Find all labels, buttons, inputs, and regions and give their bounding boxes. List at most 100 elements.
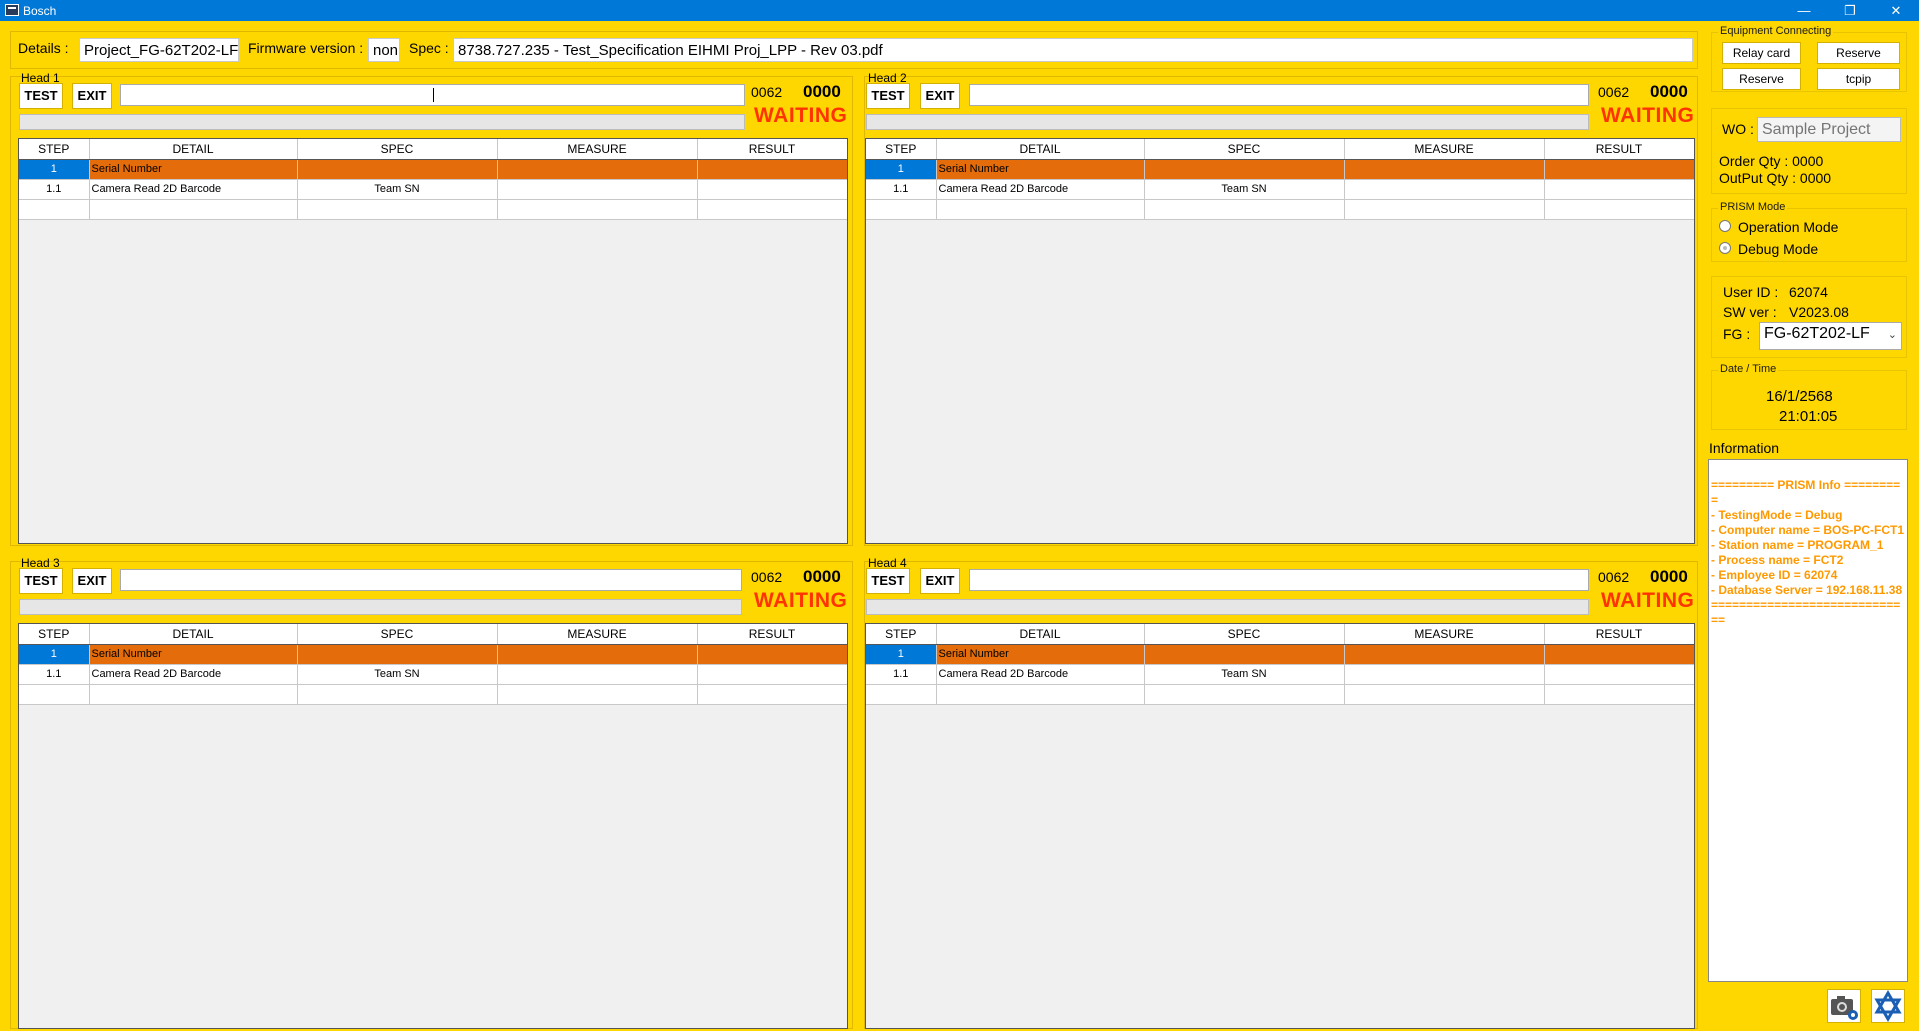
- cell-result: [697, 159, 847, 180]
- head-4-status: WAITING: [1601, 589, 1695, 612]
- reserve-button-1[interactable]: Reserve: [1817, 42, 1900, 64]
- maximize-button[interactable]: ❐: [1827, 0, 1873, 21]
- tcpip-button[interactable]: tcpip: [1817, 68, 1900, 90]
- head-3-step-grid: STEP DETAIL SPEC MEASURE RESULT 1 Serial…: [18, 623, 848, 1029]
- output-qty: OutPut Qty : 0000: [1719, 170, 1832, 186]
- information-title: Information: [1709, 440, 1780, 456]
- fg-select[interactable]: FG-62T202-LF ⌄: [1759, 322, 1902, 350]
- head-3-count-small: 0062: [751, 569, 783, 585]
- cell-spec: Team SN: [297, 179, 498, 200]
- head-2-count-big: 0000: [1650, 82, 1688, 101]
- head-2-exit-button[interactable]: EXIT: [920, 83, 960, 109]
- info-line: - Process name = FCT2: [1711, 553, 1844, 567]
- head-1-exit-button[interactable]: EXIT: [72, 83, 112, 109]
- chevron-down-icon: ⌄: [1887, 329, 1897, 341]
- user-id-value: 62074: [1789, 284, 1828, 300]
- head-4-step-grid: STEP DETAIL SPEC MEASURE RESULT 1 Serial…: [865, 623, 1695, 1029]
- cell-step: 1: [866, 644, 937, 665]
- head-4-exit-button[interactable]: EXIT: [920, 568, 960, 594]
- cell-detail: [936, 199, 1145, 220]
- info-line: =============================: [1711, 598, 1901, 627]
- head-1-test-button[interactable]: TEST: [19, 83, 63, 109]
- table-row[interactable]: 1.1 Camera Read 2D Barcode Team SN: [866, 179, 1694, 200]
- camera-settings-button[interactable]: [1827, 989, 1861, 1023]
- operation-mode-radio[interactable]: [1719, 220, 1731, 232]
- minimize-button[interactable]: —: [1781, 0, 1827, 21]
- cell-result: [697, 199, 847, 220]
- title-bar: Bosch — ❐ ✕: [0, 0, 1919, 21]
- spec-field: 8738.727.235 - Test_Specification EIHMI …: [453, 38, 1693, 62]
- table-row[interactable]: 1 Serial Number: [866, 644, 1694, 665]
- cell-step: 1.1: [19, 664, 90, 685]
- cell-detail: Serial Number: [936, 159, 1145, 180]
- table-row[interactable]: [19, 199, 847, 220]
- cell-measure: [1344, 199, 1545, 220]
- cell-result: [1544, 644, 1694, 665]
- info-line: - Database Server = 192.168.11.38: [1711, 583, 1903, 597]
- table-row[interactable]: 1.1 Camera Read 2D Barcode Team SN: [19, 179, 847, 200]
- date-value: 16/1/2568: [1766, 388, 1833, 405]
- column-header-measure: MEASURE: [1344, 624, 1545, 645]
- cell-spec: [297, 684, 498, 705]
- cell-detail: Serial Number: [89, 644, 298, 665]
- head-4-test-button[interactable]: TEST: [866, 568, 910, 594]
- table-row[interactable]: [866, 199, 1694, 220]
- table-row[interactable]: [866, 684, 1694, 705]
- star-settings-button[interactable]: [1871, 989, 1905, 1023]
- head-1-status: WAITING: [754, 104, 848, 127]
- star-icon: [1874, 990, 1902, 1022]
- table-row[interactable]: 1.1 Camera Read 2D Barcode Team SN: [19, 664, 847, 685]
- operation-mode-label: Operation Mode: [1738, 219, 1839, 235]
- head-2-serial-input[interactable]: [969, 84, 1589, 106]
- column-header-measure: MEASURE: [497, 624, 698, 645]
- cell-step: 1.1: [866, 179, 937, 200]
- cell-step: 1: [19, 159, 90, 180]
- table-row[interactable]: 1 Serial Number: [866, 159, 1694, 180]
- cell-result: [697, 684, 847, 705]
- prism-mode-title: PRISM Mode: [1718, 201, 1788, 213]
- debug-mode-radio[interactable]: [1719, 242, 1731, 254]
- cell-measure: [1344, 159, 1545, 180]
- fg-label: FG :: [1723, 326, 1751, 342]
- order-qty: Order Qty : 0000: [1719, 153, 1824, 169]
- head-3-exit-button[interactable]: EXIT: [72, 568, 112, 594]
- wo-label: WO :: [1722, 121, 1754, 137]
- cell-measure: [497, 159, 698, 180]
- column-header-result: RESULT: [697, 624, 847, 645]
- head-1-progress-bar: [19, 114, 745, 130]
- cell-spec: [1144, 159, 1345, 180]
- cell-result: [1544, 664, 1694, 685]
- column-header-spec: SPEC: [1144, 624, 1345, 645]
- column-header-detail: DETAIL: [89, 624, 298, 645]
- cell-spec: [297, 199, 498, 220]
- cell-measure: [497, 684, 698, 705]
- wo-input[interactable]: [1757, 117, 1901, 142]
- relay-card-button[interactable]: Relay card: [1722, 42, 1801, 64]
- column-header-measure: MEASURE: [1344, 139, 1545, 160]
- details-label: Details :: [18, 40, 69, 56]
- cell-measure: [497, 644, 698, 665]
- cell-spec: [1144, 684, 1345, 705]
- cell-result: [1544, 179, 1694, 200]
- table-row[interactable]: 1 Serial Number: [19, 644, 847, 665]
- cell-spec: Team SN: [297, 664, 498, 685]
- head-4-serial-input[interactable]: [969, 569, 1589, 591]
- head-3-test-button[interactable]: TEST: [19, 568, 63, 594]
- table-row[interactable]: [19, 684, 847, 705]
- camera-settings-icon: [1831, 996, 1858, 1020]
- close-button[interactable]: ✕: [1873, 0, 1919, 21]
- head-1-count-big: 0000: [803, 82, 841, 101]
- cell-step: [19, 199, 90, 220]
- head-1-count-small: 0062: [751, 84, 783, 100]
- reserve-button-2[interactable]: Reserve: [1722, 68, 1801, 90]
- table-row[interactable]: 1 Serial Number: [19, 159, 847, 180]
- head-3-serial-input[interactable]: [120, 569, 742, 591]
- column-header-spec: SPEC: [297, 624, 498, 645]
- datetime-title: Date / Time: [1718, 363, 1779, 375]
- information-box[interactable]: ========= PRISM Info ========= - Testing…: [1708, 459, 1908, 982]
- grid-header-row: STEP DETAIL SPEC MEASURE RESULT: [866, 624, 1694, 645]
- info-line: - TestingMode = Debug: [1711, 508, 1843, 522]
- table-row[interactable]: 1.1 Camera Read 2D Barcode Team SN: [866, 664, 1694, 685]
- head-2-test-button[interactable]: TEST: [866, 83, 910, 109]
- cell-result: [697, 179, 847, 200]
